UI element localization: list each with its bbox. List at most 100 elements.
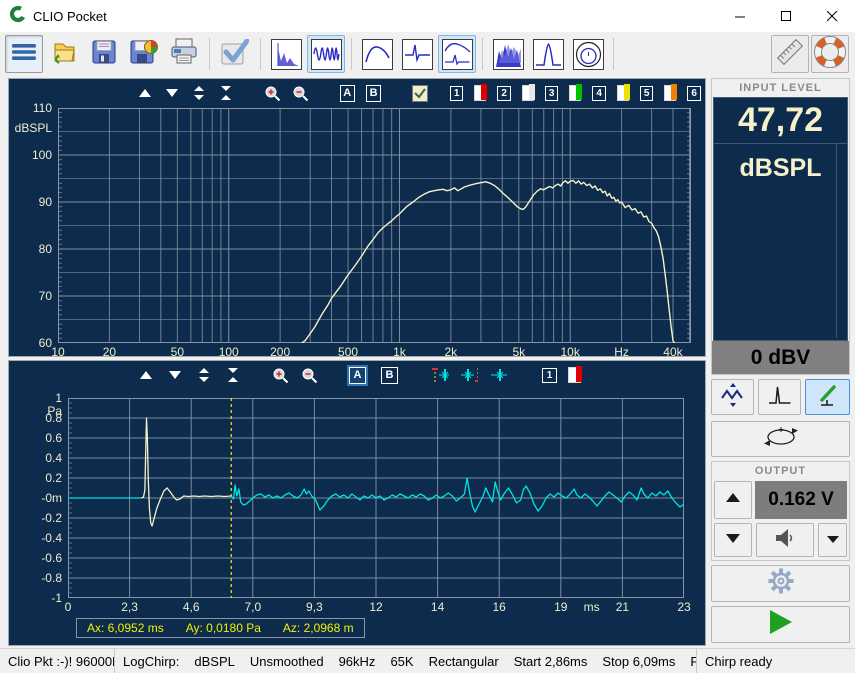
input-mic-mode-button[interactable]: [805, 379, 850, 415]
curve-a-button[interactable]: A: [340, 85, 355, 102]
overlay-4-button[interactable]: 4: [592, 86, 606, 101]
floppy-disk-pie-icon: [129, 38, 159, 71]
save-button[interactable]: [85, 35, 123, 73]
maximize-button[interactable]: [763, 0, 809, 32]
x-tick-label: 23: [677, 600, 690, 614]
y-tick-label: 80: [39, 242, 52, 256]
zoom-out-button[interactable]: [300, 366, 318, 384]
output-mute-button[interactable]: [756, 523, 814, 557]
curve-a-button[interactable]: A: [349, 367, 366, 384]
lifesaver-icon: [813, 35, 847, 74]
y-tick-label: 0.2: [45, 471, 62, 485]
overlay-1-file-icon[interactable]: [474, 85, 486, 101]
overlay-checkbox[interactable]: [412, 85, 427, 102]
view-polar-button[interactable]: [569, 35, 607, 73]
verify-connection-button[interactable]: [216, 35, 254, 73]
view-fft-button[interactable]: [267, 35, 305, 73]
x-tick-label: 500: [338, 345, 358, 359]
overlay-1-button[interactable]: 1: [542, 368, 557, 383]
overlay-1-file-icon[interactable]: [568, 367, 581, 383]
overlay-3-file-icon[interactable]: [569, 85, 581, 101]
run-measurement-button[interactable]: [711, 606, 850, 643]
status-item: 65K: [390, 654, 413, 669]
y-tick-label: -0.2: [41, 511, 62, 525]
settings-button[interactable]: [711, 565, 850, 602]
expand-scale-button[interactable]: [191, 84, 207, 102]
window-stop-marker-button[interactable]: [460, 366, 478, 384]
loop-measurement-button[interactable]: [711, 421, 850, 457]
peak-meter-track: [836, 144, 837, 338]
clio-logo-icon: [9, 5, 27, 28]
print-button[interactable]: [165, 35, 203, 73]
frequency-response-plot[interactable]: [58, 108, 691, 343]
status-bar: Clio Pkt :-)! 96000Hz LogChirp:dBSPLUnsm…: [0, 648, 855, 673]
resonance-peak-icon: [533, 39, 564, 70]
toolbar-separator: [260, 38, 261, 70]
curve-b-button[interactable]: B: [366, 85, 381, 102]
window-start-marker-button[interactable]: [431, 366, 449, 384]
calibrate-button[interactable]: [771, 35, 809, 73]
x-tick-label: 4,6: [183, 600, 200, 614]
view-impulse-button[interactable]: [398, 35, 436, 73]
main-area: A B 1 2 3 4 5 6 110dBSPL10090807060 1020…: [0, 76, 855, 648]
output-level-down-button[interactable]: [714, 523, 752, 557]
view-freq-impulse-button[interactable]: [438, 35, 476, 73]
toolbar-separator: [351, 38, 352, 70]
overlay-6-button[interactable]: 6: [687, 86, 701, 101]
help-button[interactable]: [811, 35, 849, 73]
zoom-in-button[interactable]: [271, 366, 289, 384]
output-level-up-button[interactable]: [714, 481, 752, 519]
open-file-button[interactable]: [45, 35, 83, 73]
scale-up-button[interactable]: [137, 366, 155, 384]
microphone-icon: [815, 383, 841, 412]
input-impulse-mode-button[interactable]: [758, 379, 801, 415]
scale-down-button[interactable]: [164, 84, 180, 102]
impulse-response-plot[interactable]: [68, 398, 684, 598]
overlay-2-file-icon[interactable]: [522, 85, 534, 101]
save-as-button[interactable]: [125, 35, 163, 73]
input-range-display[interactable]: 0 dBV: [712, 341, 849, 374]
marker-button[interactable]: [489, 366, 507, 384]
view-waterfall-button[interactable]: [489, 35, 527, 73]
expand-scale-button[interactable]: [195, 366, 213, 384]
overlay-4-file-icon[interactable]: [617, 85, 629, 101]
y-tick-label: dBSPL: [15, 121, 52, 135]
scale-down-button[interactable]: [166, 366, 184, 384]
input-level-display: 47,72 dBSPL: [713, 97, 848, 341]
x-tick-label: 50: [171, 345, 184, 359]
zoom-out-button[interactable]: [292, 84, 309, 102]
view-frequency-response-button[interactable]: [358, 35, 396, 73]
toolbar-separator: [209, 38, 210, 70]
minimize-button[interactable]: [717, 0, 763, 32]
compress-scale-button[interactable]: [218, 84, 234, 102]
close-button[interactable]: [809, 0, 855, 32]
autorange-wave-icon: [720, 383, 746, 412]
top-graph-toolbar: A B 1 2 3 4 5 6: [9, 81, 705, 105]
input-level-header: INPUT LEVEL: [712, 79, 849, 97]
overlay-2-button[interactable]: 2: [497, 86, 511, 101]
zoom-in-button[interactable]: [264, 84, 281, 102]
impulse-icon: [402, 39, 433, 70]
x-tick-label: ms: [584, 600, 600, 614]
y-tick-label: 110: [33, 101, 52, 115]
toolbar-separator: [482, 38, 483, 70]
view-qc-button[interactable]: [529, 35, 567, 73]
overlay-3-button[interactable]: 3: [545, 86, 559, 101]
speaker-icon: [773, 527, 797, 554]
menu-button[interactable]: [5, 35, 43, 73]
y-tick-label: 60: [39, 336, 52, 350]
curve-b-button[interactable]: B: [381, 367, 398, 384]
y-tick-label: -0.8: [41, 571, 62, 585]
output-channel-dropdown[interactable]: [818, 523, 847, 557]
input-autorange-button[interactable]: [711, 379, 754, 415]
y-tick-label: 100: [32, 148, 52, 162]
frequency-response-panel: A B 1 2 3 4 5 6 110dBSPL10090807060 1020…: [8, 78, 706, 357]
overlay-1-button[interactable]: 1: [450, 86, 464, 101]
compress-scale-button[interactable]: [224, 366, 242, 384]
overlay-5-file-icon[interactable]: [664, 85, 676, 101]
view-chirp-button[interactable]: [307, 35, 345, 73]
status-device: Clio Pkt :-)! 96000Hz: [0, 649, 115, 673]
overlay-5-button[interactable]: 5: [640, 86, 654, 101]
hamburger-menu-icon: [11, 42, 37, 67]
scale-up-button[interactable]: [137, 84, 153, 102]
